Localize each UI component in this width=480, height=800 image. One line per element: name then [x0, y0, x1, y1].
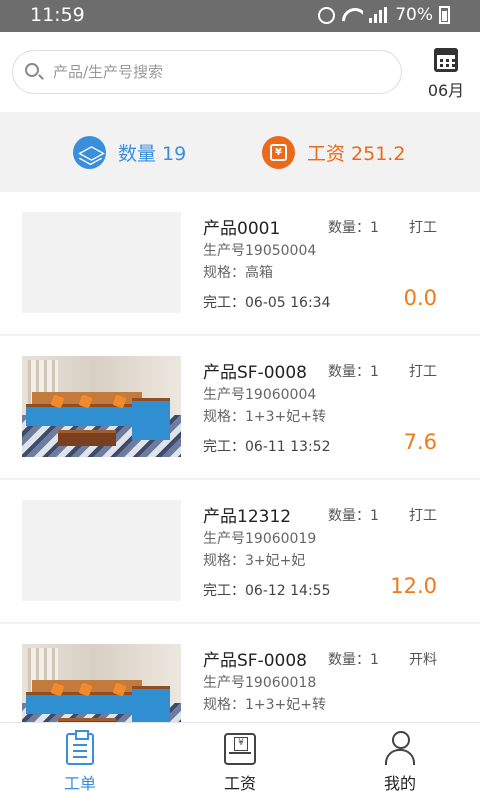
order-row[interactable]: 产品0001 数量：1 打工 生产号19050004 规格：高箱 完工：06-0…	[0, 192, 480, 334]
top-bar: 06月	[0, 32, 480, 112]
process-step: 开料	[409, 652, 437, 668]
tab-work-orders[interactable]: 工单	[0, 723, 160, 800]
user-icon	[384, 731, 416, 767]
search-box[interactable]	[12, 50, 402, 94]
quantity-text: 数量：1	[328, 364, 379, 380]
order-row[interactable]: 产品SF-0008 数量：1 打工 生产号19060004 规格：1+3+妃+转…	[0, 336, 480, 478]
order-row[interactable]: 产品12312 数量：1 打工 生产号19060019 规格：3+妃+妃 完工：…	[0, 480, 480, 622]
layers-icon	[73, 135, 106, 169]
month-picker[interactable]: 06月	[424, 48, 468, 101]
product-image-placeholder	[22, 500, 181, 601]
signal-icon	[369, 7, 389, 23]
calendar-icon[interactable]	[434, 48, 458, 72]
bottom-tab-bar: 工单 工资 我的	[0, 722, 480, 800]
battery-percent: 70%	[395, 5, 433, 25]
wage-amount: 12.0	[390, 574, 437, 598]
process-step: 打工	[409, 220, 437, 236]
search-icon	[25, 63, 39, 77]
quantity-text: 数量：1	[328, 220, 379, 236]
order-row[interactable]: 产品SF-0008 数量：1 开料 生产号19060018 规格：1+3+妃+转	[0, 624, 480, 722]
product-image-sofa	[22, 644, 181, 722]
product-name: 产品12312	[203, 507, 292, 527]
finished-time: 完工：06-05 16:34	[203, 295, 331, 311]
product-spec: 规格：高箱	[203, 265, 273, 281]
tab-label: 工单	[63, 774, 96, 793]
finished-time: 完工：06-12 14:55	[203, 583, 331, 599]
battery-icon	[439, 6, 450, 24]
status-bar: 11:59 70%	[0, 0, 480, 32]
production-number: 生产号19060004	[203, 387, 317, 403]
tab-wages[interactable]: 工资	[160, 723, 320, 800]
wifi-icon	[341, 7, 363, 23]
product-spec: 规格：3+妃+妃	[203, 553, 306, 569]
alarm-icon	[318, 6, 336, 24]
tab-profile[interactable]: 我的	[320, 723, 480, 800]
quantity-text: 数量：1	[328, 508, 379, 524]
product-spec: 规格：1+3+妃+转	[203, 697, 327, 713]
wage-total: 工资 251.2	[307, 142, 406, 165]
wage-icon	[224, 733, 256, 765]
product-image-placeholder	[22, 212, 181, 313]
status-time: 11:59	[30, 4, 85, 26]
yen-icon: ¥	[262, 135, 295, 169]
process-step: 打工	[409, 364, 437, 380]
summary-bar: 数量 19 ¥ 工资 251.2	[0, 112, 480, 192]
wage-amount: 0.0	[403, 286, 437, 310]
product-name: 产品SF-0008	[203, 363, 307, 383]
quantity-text: 数量：1	[328, 652, 379, 668]
search-input[interactable]	[53, 51, 393, 93]
product-name: 产品0001	[203, 219, 281, 239]
product-name: 产品SF-0008	[203, 651, 307, 671]
wage-amount: 7.6	[403, 430, 437, 454]
product-spec: 规格：1+3+妃+转	[203, 409, 327, 425]
production-number: 生产号19060019	[203, 531, 317, 547]
production-number: 生产号19060018	[203, 675, 317, 691]
quantity-summary: 数量 19	[73, 134, 186, 170]
order-list[interactable]: 产品0001 数量：1 打工 生产号19050004 规格：高箱 完工：06-0…	[0, 192, 480, 722]
month-label: 06月	[427, 81, 465, 100]
tab-label: 我的	[383, 774, 416, 793]
product-image-sofa	[22, 356, 181, 457]
production-number: 生产号19050004	[203, 243, 317, 259]
process-step: 打工	[409, 508, 437, 524]
status-icons: 70%	[318, 5, 450, 25]
clipboard-icon	[66, 730, 94, 765]
finished-time: 完工：06-11 13:52	[203, 439, 331, 455]
quantity-total: 数量 19	[118, 142, 187, 165]
tab-label: 工资	[223, 774, 256, 793]
wage-summary: ¥ 工资 251.2	[262, 134, 405, 170]
